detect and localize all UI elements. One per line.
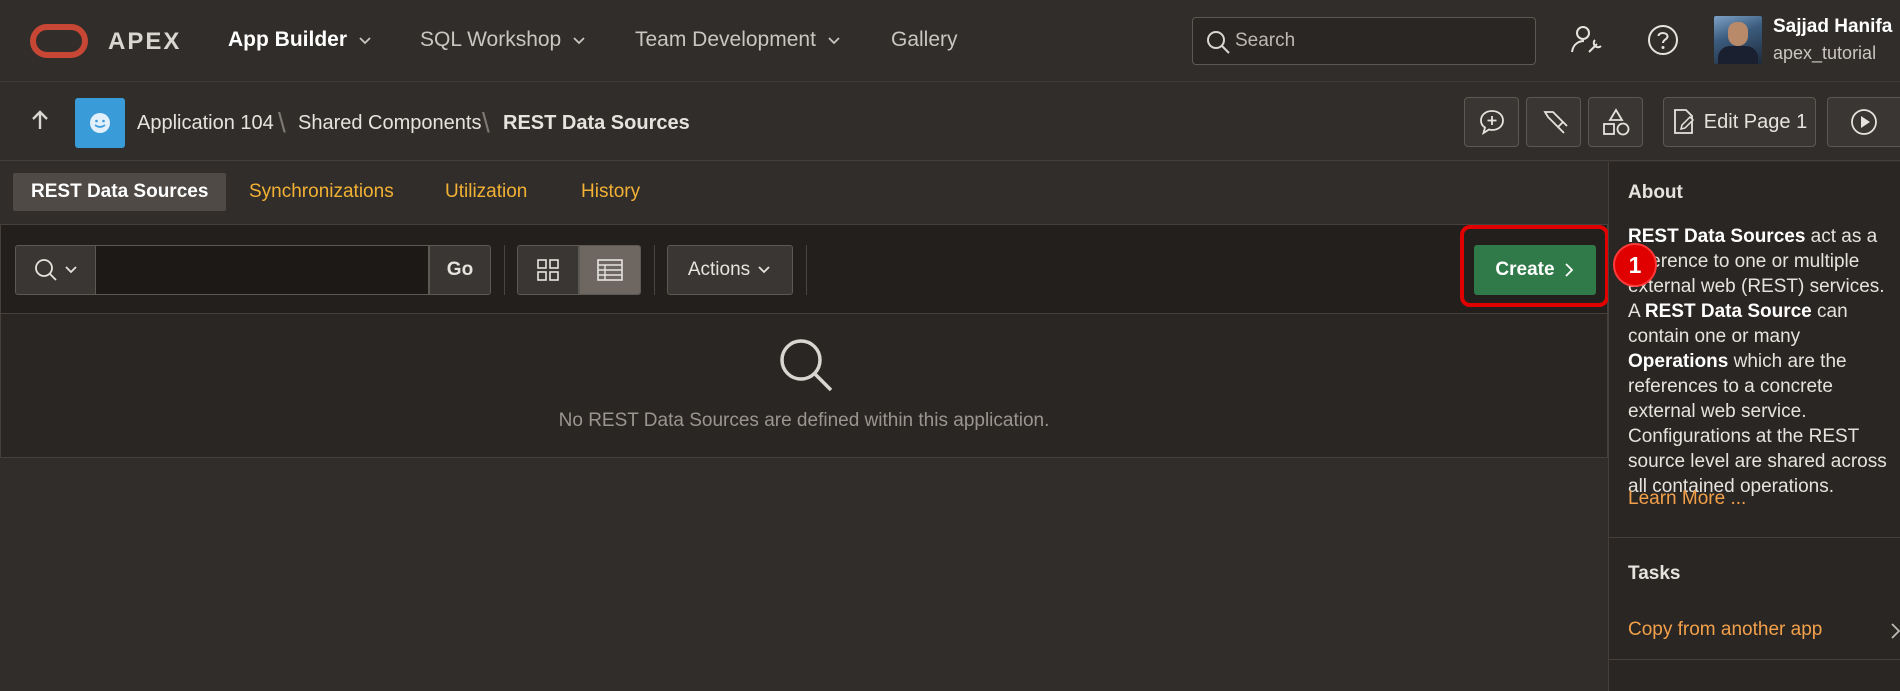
- chevron-down-icon: [828, 37, 840, 45]
- learn-more-link[interactable]: Learn More ...: [1628, 488, 1746, 510]
- report-toolbar: Go Actions Create: [1, 225, 1609, 314]
- breadcrumb-application[interactable]: Application 104: [137, 112, 274, 135]
- search-icon: [1207, 31, 1230, 54]
- comment-button[interactable]: [1464, 97, 1519, 147]
- sidebar-divider: [1609, 537, 1900, 538]
- global-search[interactable]: [1192, 17, 1536, 65]
- search-input[interactable]: [1235, 27, 1525, 55]
- chevron-down-icon: [359, 37, 371, 45]
- avatar[interactable]: [1714, 16, 1762, 64]
- flashlight-icon: [1542, 111, 1568, 134]
- developer-toolbar-button[interactable]: [1526, 97, 1581, 147]
- go-button[interactable]: Go: [429, 245, 491, 295]
- chevron-down-icon: [64, 266, 77, 274]
- breadcrumb-shared-components[interactable]: Shared Components: [298, 112, 481, 135]
- copy-from-another-app-link[interactable]: Copy from another app: [1628, 619, 1822, 641]
- nav-team-development[interactable]: Team Development: [635, 28, 842, 52]
- empty-state-message: No REST Data Sources are defined within …: [558, 410, 1050, 431]
- grid-icon: [537, 259, 559, 281]
- nav-gallery[interactable]: Gallery: [891, 28, 958, 52]
- tab-rest-data-sources[interactable]: REST Data Sources: [13, 173, 227, 211]
- comment-add-icon: [1479, 110, 1504, 136]
- tab-synchronizations[interactable]: Synchronizations: [231, 173, 412, 211]
- search-icon: [34, 259, 57, 281]
- chevron-down-icon: [758, 266, 770, 274]
- nav-app-builder[interactable]: App Builder: [228, 28, 373, 52]
- nav-sql-workshop-label: SQL Workshop: [420, 28, 562, 51]
- breadcrumb-separator: \: [278, 107, 286, 138]
- report-search-field[interactable]: [95, 245, 429, 295]
- tab-history[interactable]: History: [563, 173, 658, 211]
- toolbar-divider: [806, 245, 807, 295]
- breadcrumb-separator: \: [482, 107, 490, 138]
- chevron-right-icon: [1564, 263, 1573, 277]
- administration-icon[interactable]: [1567, 20, 1607, 60]
- edit-page-label: Edit Page 1: [1703, 110, 1808, 133]
- shapes-icon: [1602, 108, 1629, 136]
- copy-from-another-app-label: Copy from another app: [1628, 619, 1823, 640]
- tasks-heading: Tasks: [1628, 563, 1681, 584]
- page-edit-icon: [1673, 109, 1694, 134]
- help-sidebar: About REST Data Sources act as a referen…: [1608, 162, 1900, 691]
- actions-label: Actions: [687, 259, 751, 280]
- report-region: Go Actions Create No REST Data Sources a…: [0, 224, 1609, 458]
- actions-menu-button[interactable]: Actions: [667, 245, 793, 295]
- user-name[interactable]: Sajjad Hanifa: [1773, 16, 1892, 38]
- chevron-down-icon: [573, 37, 585, 45]
- edit-page-button[interactable]: Edit Page 1: [1663, 97, 1816, 147]
- search-icon: [780, 339, 833, 392]
- nav-gallery-label: Gallery: [891, 28, 958, 51]
- app-brand[interactable]: APEX: [108, 28, 181, 56]
- breadcrumb-bar: Application 104 \ Shared Components \ RE…: [0, 83, 1900, 161]
- report-view-button[interactable]: [579, 245, 641, 295]
- tab-utilization[interactable]: Utilization: [427, 173, 545, 211]
- up-arrow-icon[interactable]: [26, 106, 54, 134]
- oracle-logo-icon[interactable]: [30, 24, 88, 58]
- create-button-label: Create: [1495, 259, 1555, 280]
- toolbar-divider: [504, 245, 505, 295]
- breadcrumb-current: REST Data Sources: [503, 112, 690, 134]
- tab-bar: REST Data Sources Synchronizations Utili…: [0, 162, 1608, 224]
- chevron-right-icon: [1891, 623, 1900, 639]
- smiley-icon: [90, 113, 110, 133]
- about-description: REST Data Sources act as a reference to …: [1628, 226, 1887, 497]
- nav-team-development-label: Team Development: [635, 28, 816, 51]
- go-button-label: Go: [446, 259, 474, 280]
- run-page-button[interactable]: [1827, 97, 1900, 147]
- report-search-input[interactable]: [96, 246, 428, 294]
- help-icon[interactable]: [1643, 20, 1683, 60]
- sidebar-divider: [1609, 659, 1900, 660]
- application-icon[interactable]: [75, 98, 125, 148]
- shared-components-button[interactable]: [1588, 97, 1643, 147]
- about-heading: About: [1628, 182, 1683, 203]
- annotation-step-badge: 1: [1613, 243, 1657, 287]
- play-icon: [1851, 109, 1877, 135]
- top-navigation-bar: APEX App Builder SQL Workshop Team Devel…: [0, 0, 1900, 82]
- nav-sql-workshop[interactable]: SQL Workshop: [420, 28, 587, 52]
- user-id: apex_tutorial: [1773, 43, 1877, 63]
- create-button[interactable]: Create: [1474, 245, 1596, 295]
- toolbar-divider: [654, 245, 655, 295]
- table-icon: [597, 259, 623, 281]
- icon-view-button[interactable]: [517, 245, 579, 295]
- search-column-selector[interactable]: [15, 245, 96, 295]
- nav-app-builder-label: App Builder: [228, 28, 347, 51]
